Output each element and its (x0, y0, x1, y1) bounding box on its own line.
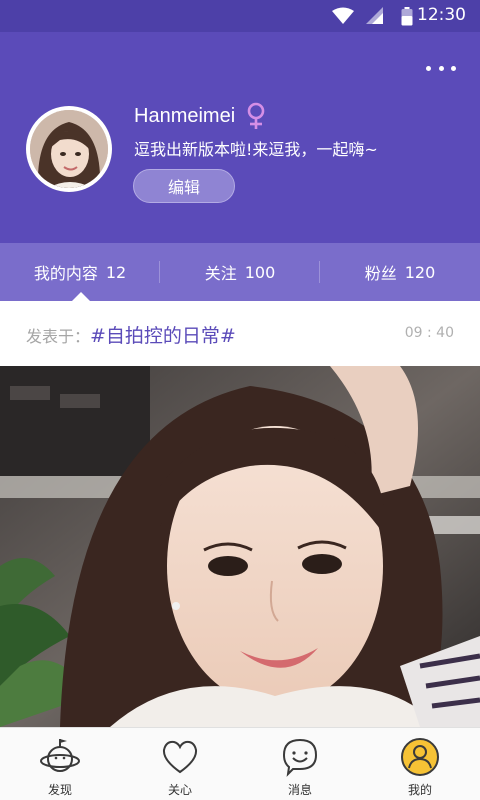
heart-icon (162, 740, 198, 774)
dot-icon (426, 65, 431, 71)
more-options-button[interactable] (426, 58, 456, 78)
nav-label: 消息 (287, 783, 312, 797)
edit-profile-button[interactable]: 编辑 (133, 169, 235, 203)
tab-my-content[interactable]: 我的内容 12 (0, 243, 160, 301)
username: Hanmeimei (134, 104, 236, 127)
nav-mine[interactable]: 我的 (360, 728, 480, 800)
profile-signature: 逗我出新版本啦!来逗我，一起嗨~ (134, 140, 378, 159)
dot-icon (451, 65, 456, 71)
avatar[interactable] (26, 106, 112, 192)
post-prefix: 发表于： (26, 326, 91, 346)
dot-icon (438, 65, 444, 71)
bottom-nav: 发现 关心 消息 我的 (0, 727, 480, 800)
battery-icon (401, 7, 413, 26)
nav-label: 发现 (47, 783, 72, 797)
female-symbol-icon (247, 102, 265, 129)
tab-label: 我的内容 (33, 264, 98, 283)
tab-label: 关注 (204, 264, 237, 283)
post-photo[interactable] (0, 366, 480, 727)
profile-stats-tabs: 我的内容 12 关注 100 粉丝 120 (0, 243, 480, 301)
post-meta: 发表于： #自拍控的日常# (26, 321, 236, 348)
status-bar: 12:30 (0, 0, 480, 32)
profile-header: Hanmeimei 逗我出新版本啦!来逗我，一起嗨~ 编辑 (0, 32, 480, 243)
nav-label: 我的 (407, 783, 432, 797)
chat-face-icon (282, 738, 318, 777)
avatar-photo (30, 110, 108, 188)
nav-care[interactable]: 关心 (120, 728, 240, 800)
post-header: 发表于： #自拍控的日常# 09 : 40 (0, 301, 480, 366)
post-topic-link[interactable]: #自拍控的日常# (90, 321, 236, 348)
post-time: 09 : 40 (404, 325, 454, 341)
tab-following[interactable]: 关注 100 (160, 243, 320, 301)
clock: 12:30 (417, 5, 466, 25)
tab-count: 120 (404, 262, 436, 282)
tab-count: 100 (244, 262, 276, 282)
wifi-icon (332, 7, 354, 24)
user-icon (401, 738, 439, 776)
nav-label: 关心 (167, 783, 192, 797)
username-row: Hanmeimei (134, 102, 267, 130)
tab-count: 12 (105, 262, 127, 282)
nav-discover[interactable]: 发现 (0, 728, 120, 800)
active-tab-indicator (72, 292, 90, 301)
nav-messages[interactable]: 消息 (240, 728, 360, 800)
planet-icon (40, 739, 80, 772)
tab-followers[interactable]: 粉丝 120 (320, 243, 480, 301)
signal-icon (366, 7, 383, 24)
tab-label: 粉丝 (364, 264, 397, 283)
